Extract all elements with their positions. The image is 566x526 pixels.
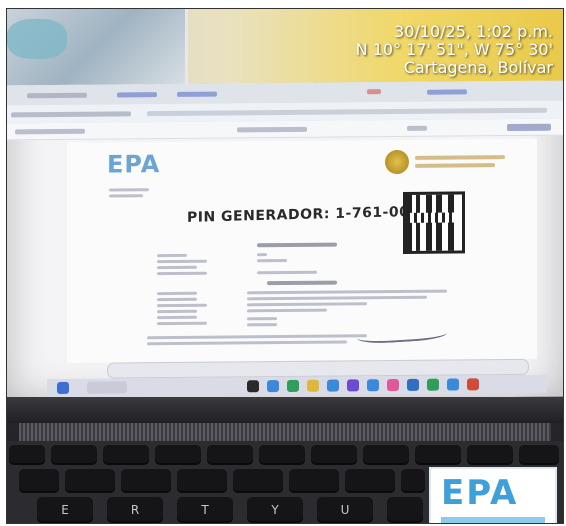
cartagena-logo: [385, 149, 515, 176]
signature: [356, 323, 448, 345]
app-icon[interactable]: [387, 379, 399, 392]
cartagena-seal-icon: [385, 149, 409, 175]
window-background: [7, 9, 188, 87]
search-icon[interactable]: [87, 381, 127, 394]
app-icon[interactable]: [287, 379, 299, 392]
pdf-document: EPA PIN GENERADOR: 1-761-002: [67, 138, 537, 363]
app-icon[interactable]: [447, 378, 459, 391]
qr-code: [403, 191, 465, 254]
coordinates: N 10° 17' 51", W 75° 30': [355, 40, 553, 59]
app-icon[interactable]: [427, 378, 439, 391]
app-icon[interactable]: [407, 378, 419, 391]
app-icon[interactable]: [467, 378, 479, 391]
key: [121, 469, 171, 493]
watermark-subtitle-bar: [441, 517, 545, 523]
start-icon[interactable]: [57, 381, 69, 394]
key-r: R: [107, 497, 163, 523]
key: [9, 445, 45, 465]
location-name: Cartagena, Bolívar: [403, 58, 553, 77]
key: [233, 469, 283, 493]
key: [345, 469, 395, 493]
photo-geotag-overlay: 30/10/25, 1:02 p.m. N 10° 17' 51", W 75°…: [356, 23, 553, 77]
app-icon[interactable]: [327, 379, 339, 392]
key: [363, 445, 409, 465]
key: [177, 469, 227, 493]
windows-taskbar: [47, 374, 547, 398]
document-toolbar: [7, 118, 563, 141]
app-icon[interactable]: [367, 379, 379, 392]
key-e: E: [37, 497, 93, 523]
key: [311, 445, 357, 465]
epa-watermark-letters: EPA: [441, 473, 519, 513]
timestamp: 30/10/25, 1:02 p.m.: [394, 22, 553, 41]
epa-logo-small: EPA: [107, 150, 177, 185]
laptop-bezel: [7, 397, 563, 423]
key: [259, 445, 305, 465]
key: [103, 445, 149, 465]
laptop-screen: EPA PIN GENERADOR: 1-761-002: [7, 80, 563, 402]
key: [65, 469, 115, 493]
speaker-grille: [19, 423, 551, 441]
photo: EPA PIN GENERADOR: 1-761-002 E R T Y U 3…: [6, 8, 564, 524]
key: [155, 445, 201, 465]
key: [415, 445, 461, 465]
blurred-figure: [7, 19, 67, 59]
key: [19, 469, 59, 493]
key: [387, 497, 423, 523]
key: [467, 445, 513, 465]
key-u: U: [317, 497, 373, 523]
key: [51, 445, 97, 465]
key: [289, 469, 339, 493]
key: [519, 445, 559, 465]
epa-watermark-logo: EPA: [429, 467, 557, 523]
key: [207, 445, 253, 465]
key-t: T: [177, 497, 233, 523]
app-icon[interactable]: [267, 380, 279, 393]
key-y: Y: [247, 497, 303, 523]
app-icon[interactable]: [247, 380, 259, 393]
pin-title: PIN GENERADOR: 1-761-002: [187, 203, 420, 226]
app-icon[interactable]: [307, 379, 319, 392]
app-icon[interactable]: [347, 379, 359, 392]
epa-logo-letters: EPA: [107, 150, 161, 179]
key: [401, 469, 425, 493]
